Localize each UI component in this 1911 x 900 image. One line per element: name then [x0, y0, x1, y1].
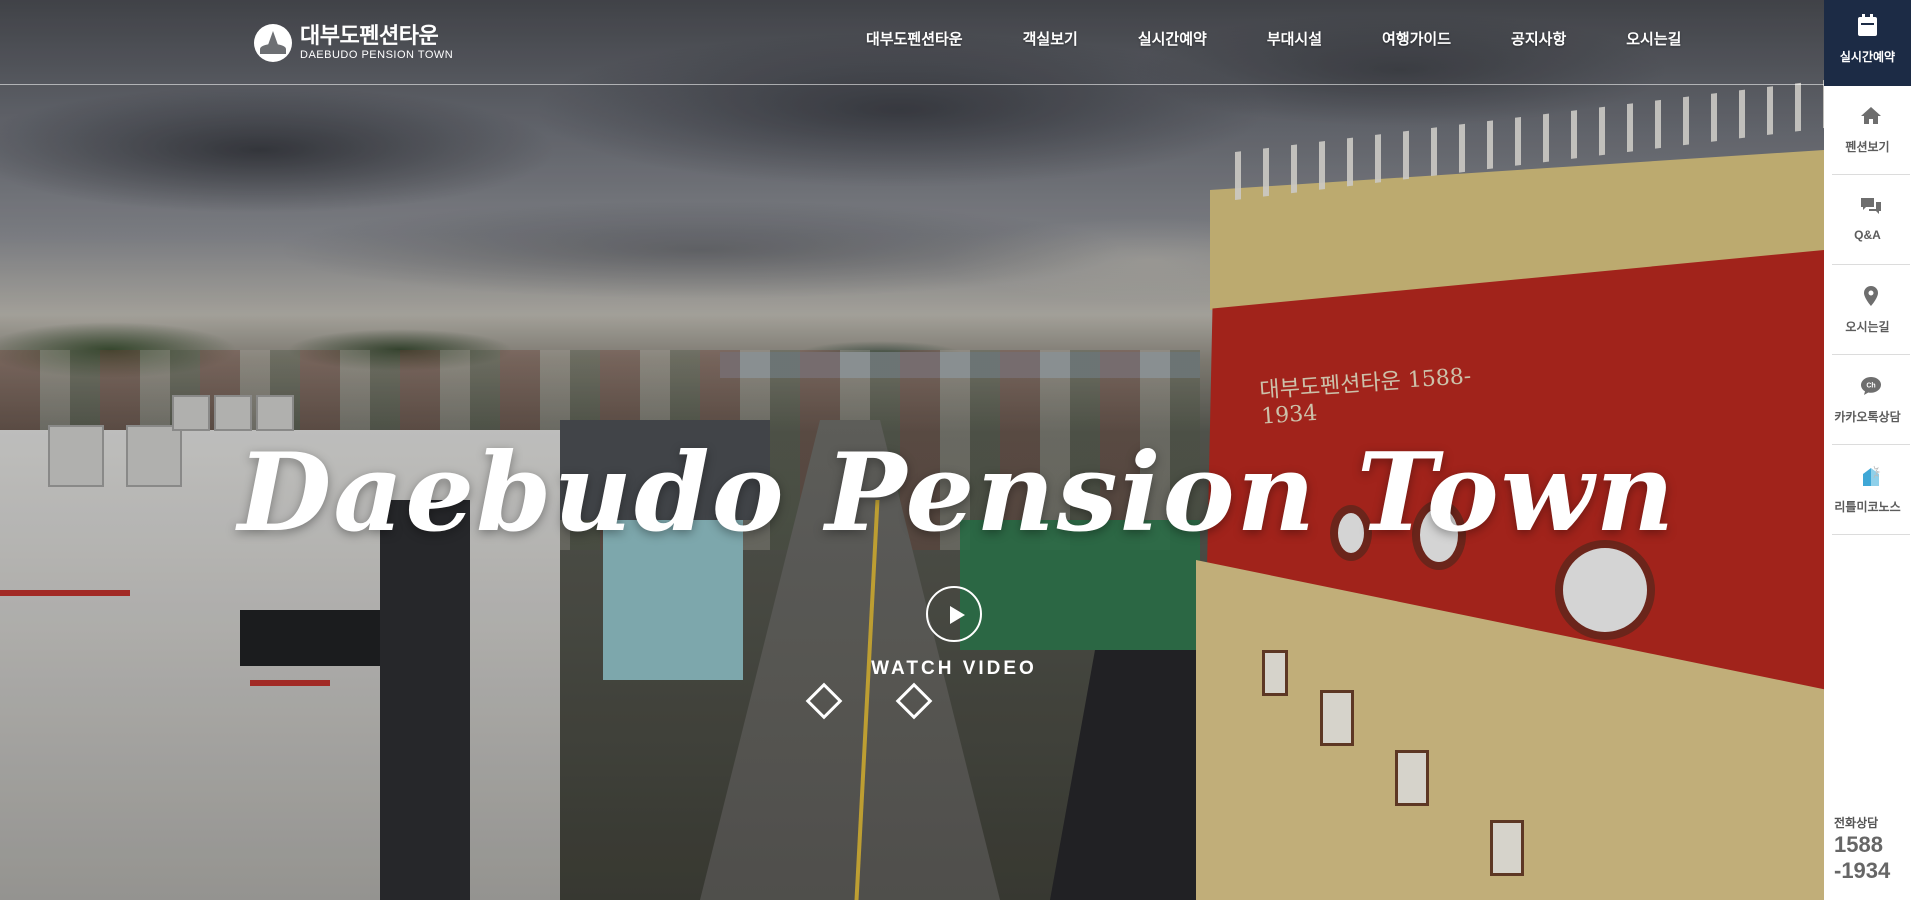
play-video-button[interactable] — [926, 586, 982, 642]
quick-item-label: 펜션보기 — [1845, 140, 1890, 154]
watch-video-link[interactable]: WATCH VIDEO — [866, 658, 1042, 680]
nav-item-reservation[interactable]: 실시간예약 — [1108, 28, 1237, 49]
quick-item-label: 카카오톡상담 — [1834, 410, 1901, 424]
main-nav: 대부도펜션타운 객실보기 실시간예약 부대시설 여행가이드 공지사항 오시는길 — [836, 28, 1711, 49]
hero-title: Daebudo Pension Town — [237, 430, 1677, 556]
little-mykonos-icon — [1863, 465, 1881, 486]
quick-item-label: 리틀미코노스 — [1834, 500, 1901, 514]
site-logo[interactable]: 대부도펜션타운 DAEBUDO PENSION TOWN — [254, 24, 453, 62]
logo-name-en: DAEBUDO PENSION TOWN — [300, 49, 454, 61]
quick-item-qna[interactable]: Q&A — [1832, 176, 1910, 265]
calendar-icon — [1858, 14, 1877, 36]
phone-number[interactable]: 1588 -1934 — [1834, 832, 1910, 884]
logo-name-ko: 대부도펜션타운 — [300, 23, 439, 48]
nav-item-directions[interactable]: 오시는길 — [1596, 28, 1711, 49]
quick-reservation-label: 실시간예약 — [1839, 50, 1896, 64]
svg-text:Ch: Ch — [1866, 383, 1875, 390]
quick-menu: 실시간예약 펜션보기 Q&A 오시는길 Ch 카카오톡상담 리틀미코노스 전화상… — [1824, 0, 1911, 900]
quick-item-label: Q&A — [1854, 228, 1881, 242]
logo-text: 대부도펜션타운 DAEBUDO PENSION TOWN — [300, 25, 453, 61]
kakaotalk-icon: Ch — [1861, 377, 1881, 395]
site-header: 대부도펜션타운 DAEBUDO PENSION TOWN 대부도펜션타운 객실보… — [0, 0, 1824, 85]
quick-item-little-mykonos[interactable]: 리틀미코노스 — [1832, 446, 1910, 535]
nav-item-travel-guide[interactable]: 여행가이드 — [1352, 28, 1481, 49]
nav-item-rooms[interactable]: 객실보기 — [993, 28, 1108, 49]
quick-item-kakaotalk[interactable]: Ch 카카오톡상담 — [1832, 356, 1910, 445]
quick-reservation-button[interactable]: 실시간예약 — [1824, 0, 1911, 86]
chat-bubbles-icon — [1861, 198, 1881, 214]
quick-item-label: 오시는길 — [1845, 320, 1890, 334]
logo-mark-icon — [254, 24, 292, 62]
home-icon — [1861, 107, 1881, 124]
nav-item-facilities[interactable]: 부대시설 — [1237, 28, 1352, 49]
nav-item-notice[interactable]: 공지사항 — [1481, 28, 1596, 49]
quick-item-pension[interactable]: 펜션보기 — [1832, 86, 1910, 175]
quick-item-directions[interactable]: 오시는길 — [1832, 266, 1910, 355]
map-pin-icon — [1864, 286, 1878, 306]
phone-consult-label: 전화상담 — [1834, 816, 1879, 830]
nav-item-about[interactable]: 대부도펜션타운 — [836, 28, 993, 49]
